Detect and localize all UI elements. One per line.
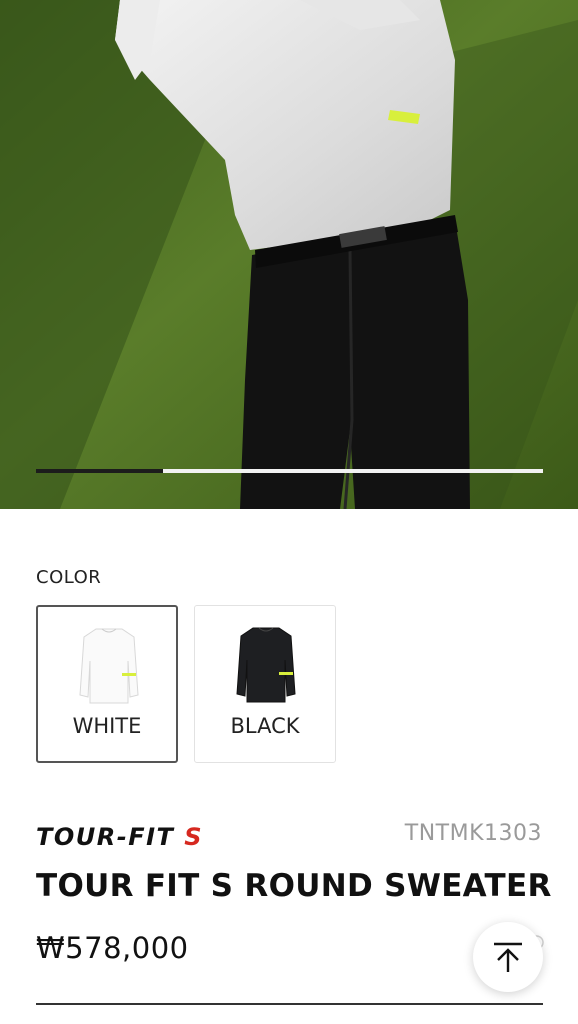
color-option-white[interactable]: WHITE <box>36 605 178 763</box>
back-to-top-button[interactable] <box>473 922 543 992</box>
section-divider <box>36 1003 543 1005</box>
carousel-progress-track <box>36 469 543 473</box>
color-option-label: WHITE <box>72 714 142 738</box>
hero-photo <box>0 0 578 509</box>
black-sweater-thumbnail <box>236 627 296 703</box>
product-sku: TNTMK1303 <box>404 821 542 846</box>
product-title: TOUR FIT S ROUND SWEATER <box>36 868 552 904</box>
arrow-up-to-line-icon <box>494 942 522 972</box>
product-price: ₩578,000 <box>36 931 189 965</box>
brand-wordmark: TOUR-FIT S <box>36 823 203 851</box>
white-sweater-thumbnail <box>79 628 139 704</box>
tour-fit-s-logo: TOUR-FIT S <box>36 823 203 851</box>
color-option-black[interactable]: BLACK <box>194 605 336 763</box>
color-option-label: BLACK <box>230 714 300 738</box>
product-hero-image[interactable] <box>0 0 578 509</box>
carousel-progress-fill <box>36 469 163 473</box>
color-section-label: COLOR <box>36 567 102 588</box>
